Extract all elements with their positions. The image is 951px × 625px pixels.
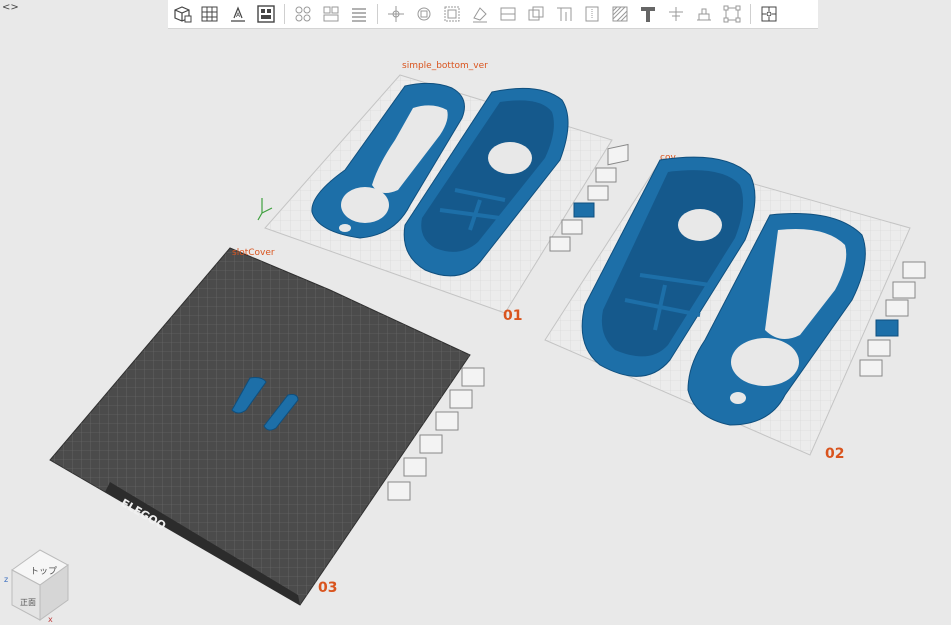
view-cube-top-label: トップ [30, 566, 57, 577]
close-plate-icon[interactable] [461, 367, 485, 387]
plate-lock-icon[interactable] [595, 167, 617, 183]
view-cube-front-label: 正面 [20, 598, 36, 607]
plate-settings-icon[interactable] [561, 219, 583, 235]
plate-label: slotCover [232, 248, 275, 258]
select-plate-icon[interactable] [875, 319, 899, 337]
3d-viewport[interactable]: simple_bottom_ver 01 cov 02 slotCover 03… [0, 0, 951, 625]
orient-plate-icon[interactable] [387, 481, 411, 501]
axis-z-label: z [4, 575, 8, 584]
arrange-plate-icon[interactable] [587, 185, 609, 201]
plate-number: 02 [825, 446, 844, 462]
plate-settings-icon[interactable] [435, 411, 459, 431]
plate-number: 01 [503, 308, 522, 324]
orient-plate-icon[interactable] [859, 359, 883, 377]
axis-x-label: x [48, 615, 53, 624]
plate-settings-icon[interactable] [867, 339, 891, 357]
orient-plate-icon[interactable] [549, 236, 571, 252]
close-plate-icon[interactable] [902, 261, 926, 279]
plate-lock-icon[interactable] [892, 281, 916, 299]
arrange-plate-icon[interactable] [449, 389, 473, 409]
arrange-plate-icon[interactable] [885, 299, 909, 317]
plate-number: 03 [318, 580, 337, 596]
plate-lock-icon[interactable] [419, 434, 443, 454]
plate-slice-icon[interactable] [403, 457, 427, 477]
close-plate-icon[interactable] [607, 143, 629, 166]
select-plate-icon[interactable] [573, 202, 595, 218]
plate-03[interactable]: slotCover 03 ELEGOO [49, 247, 485, 606]
view-cube[interactable]: トップ 正面 z x [4, 549, 69, 624]
plate-label: simple_bottom_ver [402, 61, 488, 71]
